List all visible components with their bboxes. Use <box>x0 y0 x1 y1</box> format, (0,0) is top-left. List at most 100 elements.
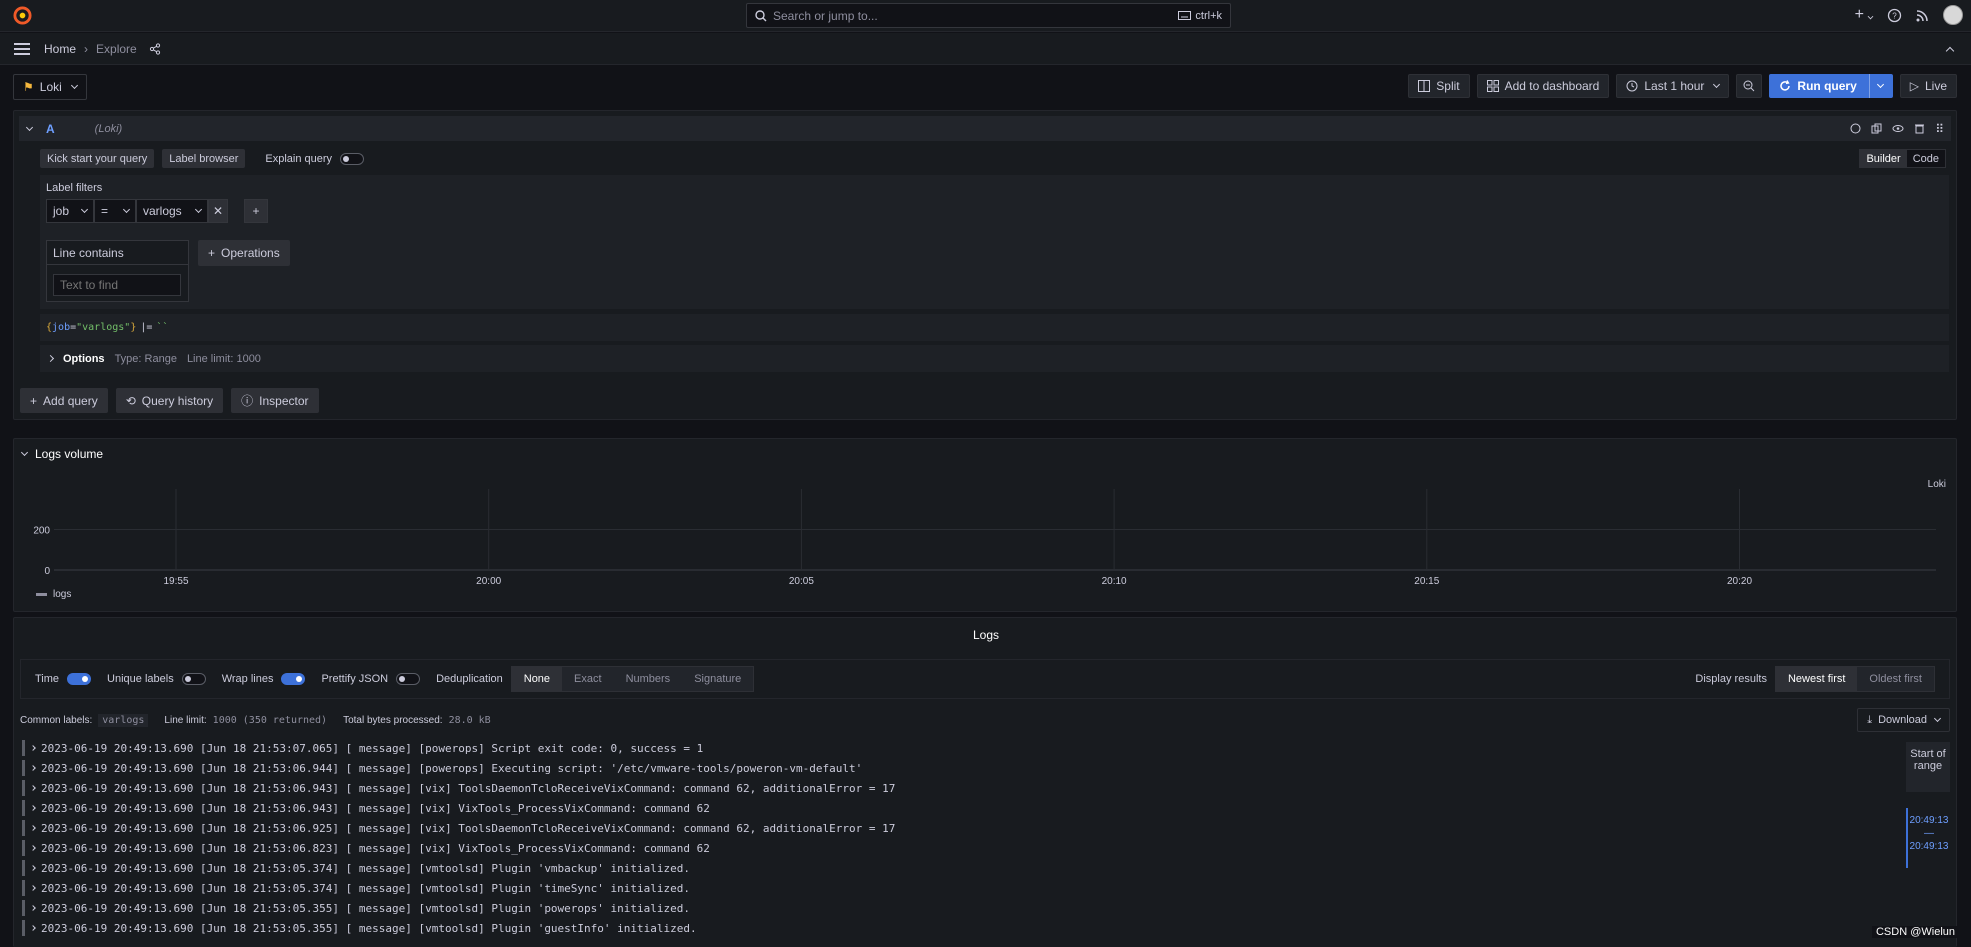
split-button[interactable]: Split <box>1408 74 1470 98</box>
refresh-icon <box>1780 80 1791 91</box>
label-browser-button[interactable]: Label browser <box>162 149 246 168</box>
zoom-out-icon <box>1743 80 1755 92</box>
log-line-text: 2023-06-19 20:49:13.690 [Jun 18 21:53:05… <box>41 921 697 935</box>
grafana-logo-icon[interactable] <box>13 6 32 25</box>
filter-label-select[interactable]: job <box>46 199 94 223</box>
legend-swatch <box>36 593 47 596</box>
run-query-button[interactable]: Run query <box>1769 74 1893 98</box>
chevron-down-icon <box>194 205 203 214</box>
rss-icon[interactable] <box>1916 9 1929 22</box>
zoom-out-button[interactable] <box>1736 74 1763 98</box>
log-row[interactable]: 2023-06-19 20:49:13.690 [Jun 18 21:53:06… <box>22 800 1872 816</box>
log-row[interactable]: 2023-06-19 20:49:13.690 [Jun 18 21:53:06… <box>22 780 1872 796</box>
dedup-signature[interactable]: Signature <box>682 667 753 691</box>
info-icon: ⓘ <box>241 394 254 408</box>
eye-icon[interactable] <box>1892 123 1904 134</box>
kick-start-button[interactable]: Kick start your query <box>40 149 155 168</box>
range-navigator[interactable]: 20:49:13 — 20:49:13 <box>1906 808 1950 868</box>
collapse-icon[interactable] <box>1945 46 1955 55</box>
query-options-row[interactable]: Options Type: Range Line limit: 1000 <box>40 345 1949 372</box>
display-order-selector: Newest first Oldest first <box>1774 666 1935 692</box>
drag-handle-icon[interactable]: ⠿ <box>1935 122 1944 136</box>
wrap-lines-toggle[interactable] <box>281 673 306 685</box>
filter-value-select[interactable]: varlogs <box>136 199 208 223</box>
log-row[interactable]: 2023-06-19 20:49:13.690 [Jun 18 21:53:06… <box>22 840 1872 856</box>
start-of-range-button[interactable]: Start of range <box>1906 742 1950 792</box>
operations-button[interactable]: + Operations <box>198 240 290 266</box>
log-row[interactable]: 2023-06-19 20:49:13.690 [Jun 18 21:53:06… <box>22 760 1872 776</box>
oldest-first-option[interactable]: Oldest first <box>1857 667 1934 691</box>
search-placeholder: Search or jump to... <box>773 8 878 23</box>
download-label: Download <box>1878 714 1927 726</box>
search-input[interactable]: Search or jump to... ctrl+k <box>746 3 1231 28</box>
query-actions: ⠿ <box>1850 122 1944 136</box>
help-icon[interactable]: ? <box>1887 8 1902 23</box>
log-row[interactable]: 2023-06-19 20:49:13.690 [Jun 18 21:53:05… <box>22 880 1872 896</box>
line-limit-value: 1000 (350 returned) <box>212 715 328 726</box>
log-row[interactable]: 2023-06-19 20:49:13.690 [Jun 18 21:53:05… <box>22 860 1872 876</box>
expand-icon <box>30 805 36 811</box>
logs-volume-panel: Logs volume Loki 0 200 19:55 20:00 20:05 20:1… <box>13 438 1957 612</box>
query-letter[interactable]: A <box>46 122 55 136</box>
dedup-numbers[interactable]: Numbers <box>614 667 683 691</box>
add-query-button[interactable]: + Add query <box>20 388 108 413</box>
preview-operator: |= <box>140 322 153 333</box>
time-range-picker[interactable]: Last 1 hour <box>1616 74 1730 98</box>
dedup-none[interactable]: None <box>511 667 563 691</box>
dedup-exact[interactable]: Exact <box>562 667 614 691</box>
log-line-text: 2023-06-19 20:49:13.690 [Jun 18 21:53:06… <box>41 821 896 835</box>
plus-icon[interactable]: + <box>1855 6 1874 24</box>
live-button[interactable]: ▷ Live <box>1899 74 1957 98</box>
log-row[interactable]: 2023-06-19 20:49:13.690 [Jun 18 21:53:05… <box>22 900 1872 916</box>
user-avatar[interactable] <box>1943 5 1963 25</box>
download-button[interactable]: ⤓ Download <box>1857 708 1950 732</box>
newest-first-option[interactable]: Newest first <box>1775 667 1858 691</box>
share-icon[interactable] <box>149 42 161 55</box>
play-icon: ▷ <box>1909 79 1919 93</box>
unique-labels-toggle[interactable] <box>181 673 206 685</box>
live-label: Live <box>1924 79 1947 93</box>
keyboard-icon <box>1178 11 1192 20</box>
builder-tab[interactable]: Builder <box>1860 150 1907 167</box>
x-tick-label: 20:10 <box>1102 576 1127 587</box>
collapse-chevron-icon[interactable] <box>25 123 34 131</box>
explain-query-toggle[interactable] <box>340 152 365 165</box>
prettify-json-toggle[interactable] <box>396 673 421 685</box>
query-row-header: A (Loki) ⠿ <box>19 116 1951 141</box>
trash-icon[interactable] <box>1914 123 1925 134</box>
svg-text:?: ? <box>1892 11 1897 20</box>
expand-icon <box>30 865 36 871</box>
breadcrumb: Home › Explore <box>44 42 161 56</box>
plus-icon: + <box>252 204 260 218</box>
help-icon[interactable] <box>1850 123 1861 134</box>
breadcrumb-home[interactable]: Home <box>44 42 76 56</box>
copy-icon[interactable] <box>1871 123 1882 134</box>
filter-operator-select[interactable]: = <box>94 199 136 223</box>
add-to-dashboard-button[interactable]: Add to dashboard <box>1476 74 1610 98</box>
text-to-find-input[interactable] <box>53 274 181 296</box>
menu-icon[interactable] <box>14 42 30 55</box>
dashboard-icon <box>1486 80 1499 92</box>
chevron-down-icon <box>122 205 131 214</box>
label-filters-title: Label filters <box>46 182 103 194</box>
editor-mode-switch: Builder Code <box>1859 149 1946 168</box>
add-filter-button[interactable]: + <box>244 199 268 223</box>
log-row[interactable]: 2023-06-19 20:49:13.690 [Jun 18 21:53:07… <box>22 740 1872 756</box>
code-tab[interactable]: Code <box>1907 150 1945 167</box>
x-tick-label: 20:15 <box>1414 576 1439 587</box>
expand-icon <box>30 765 36 771</box>
log-row[interactable]: 2023-06-19 20:49:13.690 [Jun 18 21:53:06… <box>22 820 1872 836</box>
chevron-down-icon[interactable] <box>1876 80 1884 89</box>
time-toggle[interactable] <box>67 673 92 685</box>
preview-value: "varlogs" <box>76 322 131 333</box>
log-line-text: 2023-06-19 20:49:13.690 [Jun 18 21:53:06… <box>41 761 863 775</box>
remove-filter-button[interactable]: ✕ <box>208 199 228 223</box>
log-row[interactable]: 2023-06-19 20:49:13.690 [Jun 18 21:53:05… <box>22 920 1872 936</box>
range-top: 20:49:13 <box>1909 815 1949 826</box>
datasource-picker[interactable]: ⚑ Loki <box>13 74 87 100</box>
filter-label-value: job <box>53 204 70 218</box>
query-datasource: (Loki) <box>94 122 123 135</box>
inspector-button[interactable]: ⓘ Inspector <box>231 388 319 413</box>
range-dash: — <box>1924 828 1934 839</box>
query-history-button[interactable]: ⟲ Query history <box>115 388 224 413</box>
